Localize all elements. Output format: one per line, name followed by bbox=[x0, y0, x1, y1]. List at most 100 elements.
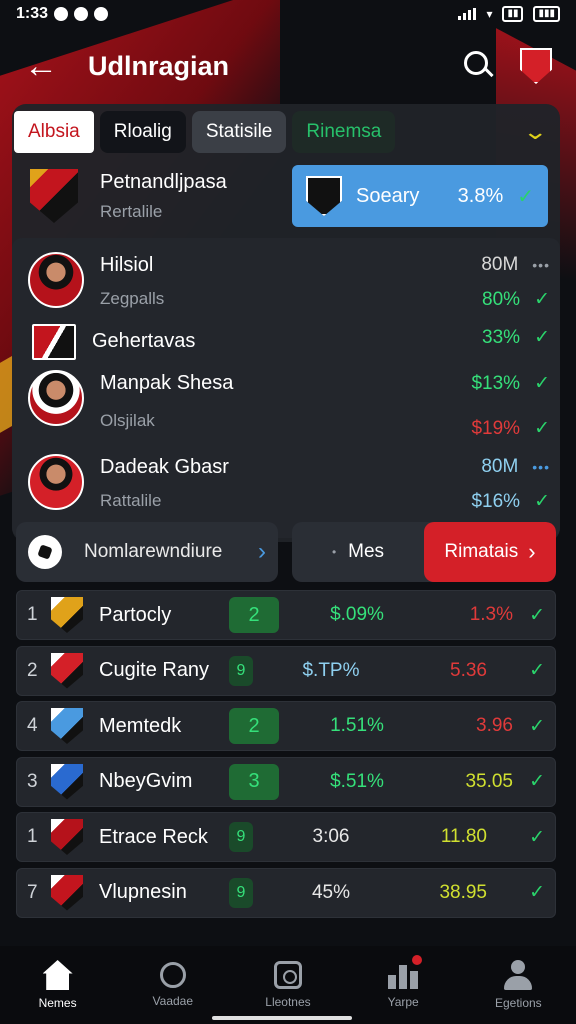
chevron-down-icon[interactable]: ⌄ bbox=[522, 119, 548, 145]
filter-nomlarewndiure[interactable]: Nomlarewndiure › bbox=[16, 522, 278, 582]
status-time: 1:33 bbox=[16, 5, 49, 22]
chevron-right-icon: › bbox=[528, 539, 536, 564]
app-header: ← Udlnragian bbox=[4, 30, 572, 102]
team-crest-icon bbox=[51, 819, 83, 855]
points-badge: 2 bbox=[229, 708, 279, 744]
team-name: Cugite Rany bbox=[99, 659, 210, 681]
more-icon[interactable]: ••• bbox=[532, 257, 550, 273]
nav-search[interactable]: Vaadae bbox=[123, 962, 223, 1008]
team-crest-icon bbox=[306, 176, 342, 216]
summary-value: 3.8% bbox=[457, 184, 504, 207]
player-percent: 33% bbox=[482, 326, 521, 348]
tab-rinemsa[interactable]: Rinemsa bbox=[292, 111, 396, 153]
main-panel: Albsia Rloalig Statisile Rinemsa ⌄ Petna… bbox=[12, 104, 560, 542]
check-icon: ✓ bbox=[534, 491, 550, 512]
table-row[interactable]: 4 Memtedk 2 1.51% 3.96 ✓ bbox=[16, 701, 556, 751]
stat-value-secondary: 1.3% bbox=[469, 604, 513, 625]
stat-value-secondary: 35.05 bbox=[465, 770, 513, 792]
featured-team-name: Petnandljpasa bbox=[100, 170, 227, 193]
search-icon bbox=[464, 51, 488, 75]
team-flag-icon bbox=[32, 324, 76, 360]
table-row[interactable]: 1 Partocly 2 $.09% 1.3% ✓ bbox=[16, 590, 556, 640]
table-row[interactable]: 7 Vlupnesin 9 45% 38.95 ✓ bbox=[16, 867, 556, 918]
nav-home[interactable]: Nemes bbox=[8, 960, 108, 1010]
filter-rimatais-button[interactable]: Rimatais › bbox=[424, 522, 556, 582]
player-percent: $16% bbox=[471, 490, 521, 512]
stat-value: 45% bbox=[311, 881, 351, 903]
filter-mid-label: Mes bbox=[348, 541, 385, 562]
nav-camera[interactable]: Lleotnes bbox=[238, 961, 338, 1009]
rank: 2 bbox=[27, 659, 38, 681]
team-crest-icon[interactable] bbox=[520, 48, 552, 84]
points-badge: 9 bbox=[229, 822, 253, 852]
tab-statisile[interactable]: Statisile bbox=[191, 111, 287, 153]
camera-icon bbox=[273, 961, 302, 989]
stat-value-secondary: 38.95 bbox=[439, 881, 487, 903]
chevron-right-icon: › bbox=[258, 538, 266, 565]
stat-value-secondary: 5.36 bbox=[450, 659, 487, 681]
signal-icon bbox=[458, 8, 477, 20]
search-button[interactable] bbox=[462, 49, 496, 83]
avatar bbox=[28, 252, 84, 308]
notification-badge bbox=[412, 955, 423, 965]
avatar bbox=[28, 370, 84, 426]
filter-toggle: • Mes Rimatais › bbox=[292, 522, 556, 582]
check-icon: ✓ bbox=[529, 826, 545, 848]
summary-button[interactable]: Soeary 3.8% ✓ bbox=[292, 165, 548, 227]
points-badge: 2 bbox=[229, 597, 279, 633]
player-percent: $13% bbox=[471, 372, 521, 394]
filter-left-label: Nomlarewndiure bbox=[84, 541, 223, 562]
check-icon: ✓ bbox=[534, 418, 550, 439]
tab-rloalig[interactable]: Rloalig bbox=[99, 111, 186, 153]
list-item[interactable]: Hilsiol Zegpalls 80M ••• 80% ✓ bbox=[12, 242, 560, 318]
rank: 4 bbox=[27, 715, 38, 736]
stat-value-secondary: 11.80 bbox=[440, 826, 487, 847]
check-icon: ✓ bbox=[534, 289, 550, 310]
featured-team: Petnandljpasa Rertalile Soeary 3.8% ✓ bbox=[12, 154, 560, 238]
more-icon[interactable]: ••• bbox=[532, 459, 550, 475]
wifi-icon: ▾ bbox=[486, 7, 493, 21]
avatar bbox=[28, 454, 84, 510]
player-percent: $19% bbox=[471, 417, 521, 439]
list-item[interactable]: Dadeak Gbasr Rattalile 80M ••• $16% ✓ bbox=[12, 448, 560, 524]
table-row[interactable]: 3 NbeyGvim 3 $.51% 35.05 ✓ bbox=[16, 756, 556, 807]
stat-value: 1.51% bbox=[330, 715, 384, 736]
check-icon: ✓ bbox=[534, 327, 550, 348]
stat-value: $.51% bbox=[330, 770, 384, 792]
table-row[interactable]: 2 Cugite Rany 9 $.TP% 5.36 ✓ bbox=[16, 645, 556, 696]
filter-right-label: Rimatais bbox=[444, 541, 519, 562]
tab-albsia[interactable]: Albsia bbox=[14, 111, 94, 153]
filter-mes-button[interactable]: • Mes bbox=[292, 541, 424, 563]
soccer-ball-icon bbox=[28, 535, 62, 569]
check-icon: ✓ bbox=[529, 715, 545, 737]
rank: 7 bbox=[27, 881, 38, 903]
bottom-navigation: Nemes Vaadae Lleotnes Yarpe Egetions bbox=[0, 946, 576, 1024]
player-list: Hilsiol Zegpalls 80M ••• 80% ✓ Gehertavas … bbox=[12, 238, 560, 538]
battery-icon: ▮▮▮ bbox=[533, 6, 560, 22]
team-name: Etrace Reck bbox=[99, 825, 208, 848]
stat-value: $.TP% bbox=[302, 659, 360, 681]
points-badge: 9 bbox=[229, 655, 253, 686]
player-value: 80M bbox=[481, 254, 519, 275]
team-name: Partocly bbox=[99, 603, 172, 626]
back-button[interactable]: ← bbox=[24, 49, 68, 83]
nav-label: Yarpe bbox=[387, 995, 419, 1009]
nav-label: Vaadae bbox=[152, 994, 194, 1008]
rank: 1 bbox=[27, 826, 38, 847]
check-icon: ✓ bbox=[517, 185, 534, 208]
list-item[interactable]: Gehertavas 33% ✓ bbox=[12, 318, 560, 366]
check-icon: ✓ bbox=[534, 373, 550, 394]
nav-profile[interactable]: Egetions bbox=[468, 960, 568, 1010]
nav-stats[interactable]: Yarpe bbox=[353, 955, 453, 1009]
notification-icon bbox=[54, 7, 69, 21]
team-crest-icon bbox=[51, 652, 83, 689]
stat-value: $.09% bbox=[330, 604, 384, 625]
check-icon: ✓ bbox=[529, 882, 545, 903]
filter-bar: Nomlarewndiure › • Mes Rimatais › bbox=[16, 522, 556, 582]
rank: 3 bbox=[27, 770, 38, 792]
nav-label: Lleotnes bbox=[265, 995, 311, 1009]
list-item[interactable]: Manpak Shesa Olsjilak $13% ✓ $19% ✓ bbox=[12, 366, 560, 448]
chart-icon bbox=[388, 955, 423, 989]
featured-team-sub: Rertalile bbox=[100, 201, 163, 221]
table-row[interactable]: 1 Etrace Reck 9 3:06 11.80 ✓ bbox=[16, 812, 556, 862]
